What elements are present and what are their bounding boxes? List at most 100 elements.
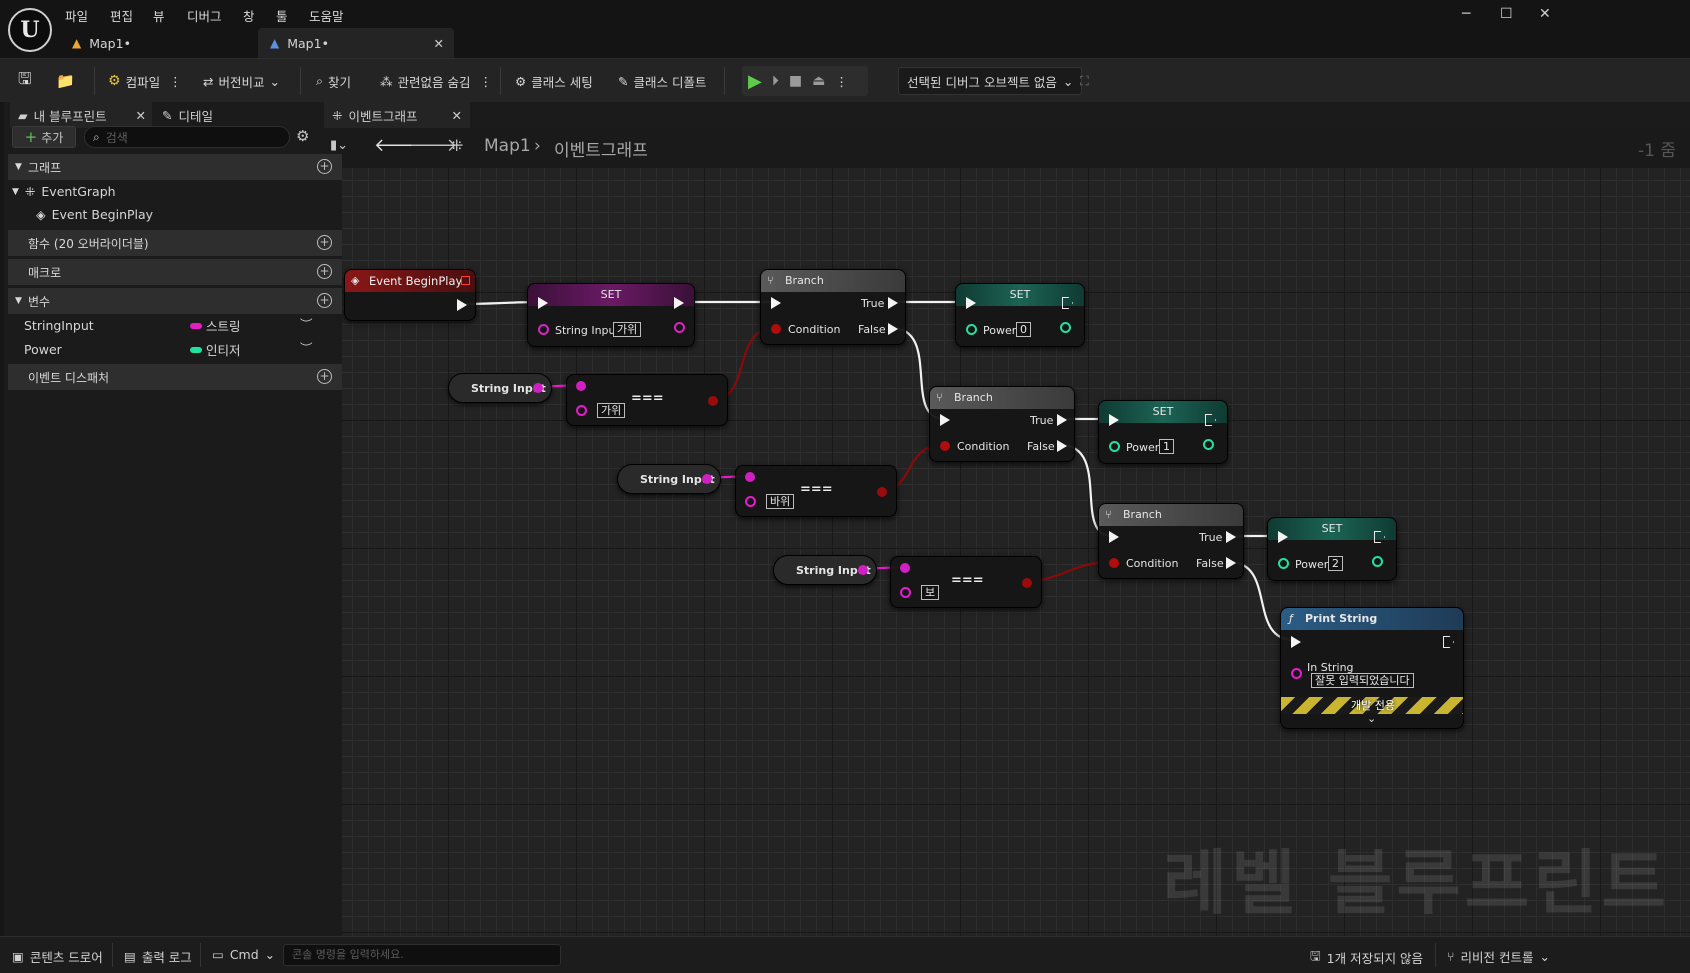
- delegate-pin-icon[interactable]: [461, 276, 470, 285]
- menu-view[interactable]: 뷰: [153, 6, 165, 25]
- browse-icon[interactable]: 📁: [56, 70, 75, 92]
- branch-node[interactable]: ⑂ Branch True Condition False: [760, 269, 906, 345]
- stop-icon[interactable]: ■: [789, 73, 802, 89]
- doc-tab-level[interactable]: ▲ Map1•: [60, 28, 256, 58]
- add-button[interactable]: + 추가: [12, 126, 76, 148]
- exec-in-pin[interactable]: [1109, 531, 1119, 543]
- diff-button[interactable]: ⇄ 버전비교 ⌄: [203, 70, 280, 92]
- get-string-input-node[interactable]: String Input: [773, 555, 877, 585]
- more-icon[interactable]: ⋮: [835, 74, 848, 89]
- tab-event-graph[interactable]: ⁜ 이벤트그래프 ✕: [324, 102, 470, 128]
- event-graph-canvas[interactable]: ◈ Event BeginPlay SET String Input 가위 St…: [342, 168, 1690, 936]
- close-tab-icon[interactable]: ✕: [434, 36, 444, 51]
- close-tab-icon[interactable]: ✕: [136, 108, 146, 123]
- unsaved-button[interactable]: 🖫 1개 저장되지 않음: [1310, 947, 1423, 968]
- bool-out-pin[interactable]: [877, 487, 887, 497]
- revision-control-button[interactable]: ⑂ 리비전 컨트롤 ⌄: [1447, 947, 1550, 966]
- int-out-pin[interactable]: [1060, 322, 1071, 333]
- class-settings-button[interactable]: ⚙ 클래스 세팅: [515, 70, 593, 92]
- minimize-icon[interactable]: ─: [1462, 6, 1470, 22]
- menu-help[interactable]: 도움말: [309, 6, 344, 25]
- condition-pin[interactable]: [771, 324, 781, 334]
- int-in-pin[interactable]: [1109, 441, 1120, 452]
- power-value-field[interactable]: 1: [1159, 439, 1174, 454]
- bool-out-pin[interactable]: [1022, 578, 1032, 588]
- eject-icon[interactable]: ⏏: [812, 73, 825, 89]
- bookmark-icon[interactable]: ▮⌄: [330, 138, 348, 153]
- visibility-eye-icon[interactable]: ︶: [300, 338, 313, 357]
- string-out-pin[interactable]: [674, 322, 685, 333]
- section-graphs[interactable]: ▼ 그래프 +: [8, 154, 342, 180]
- step-icon[interactable]: ⏵: [772, 73, 779, 89]
- exec-in-pin[interactable]: [1278, 531, 1288, 543]
- equal-node[interactable]: 가위 ===: [566, 374, 728, 426]
- gear-icon[interactable]: ⚙: [296, 127, 309, 145]
- compare-value-field[interactable]: 보: [921, 585, 940, 600]
- in-string-pin[interactable]: [1291, 668, 1302, 679]
- tree-event-graph[interactable]: ▼ ⁜ EventGraph: [12, 184, 116, 199]
- doc-tab-blueprint[interactable]: ▲ Map1• ✕: [258, 28, 454, 58]
- tree-event-beginplay[interactable]: ◈ Event BeginPlay: [36, 207, 153, 222]
- event-beginplay-node[interactable]: ◈ Event BeginPlay: [344, 269, 476, 321]
- string-out-pin[interactable]: [533, 383, 543, 393]
- true-exec-pin[interactable]: [1226, 531, 1236, 543]
- menu-debug[interactable]: 디버그: [187, 6, 222, 25]
- menu-file[interactable]: 파일: [65, 6, 88, 25]
- close-window-icon[interactable]: ✕: [1539, 6, 1551, 22]
- string-a-pin[interactable]: [745, 472, 755, 482]
- compare-value-field[interactable]: 바위: [766, 494, 795, 509]
- menu-window[interactable]: 창: [243, 6, 255, 25]
- variable-row[interactable]: StringInput 스트링 ︶: [24, 317, 342, 334]
- exec-in-pin[interactable]: [538, 297, 548, 309]
- bool-out-pin[interactable]: [708, 396, 718, 406]
- equal-node[interactable]: 보 ===: [890, 556, 1042, 608]
- int-in-pin[interactable]: [966, 324, 977, 335]
- exec-in-pin[interactable]: [771, 297, 781, 309]
- print-string-node[interactable]: ƒ Print String In String 잘못 입력되었습니다 개발 전…: [1280, 607, 1464, 729]
- save-icon[interactable]: 🖫: [18, 69, 32, 92]
- section-macros[interactable]: 매크로 +: [8, 259, 342, 285]
- debug-filter-icon[interactable]: ⛶: [1080, 70, 1089, 92]
- tab-details[interactable]: ✎ 디테일: [162, 102, 213, 128]
- visibility-eye-icon[interactable]: ︶: [300, 314, 313, 333]
- string-out-pin[interactable]: [702, 474, 712, 484]
- set-power-node[interactable]: SET Power 1: [1098, 400, 1228, 464]
- more-icon[interactable]: ⋮: [479, 74, 492, 89]
- in-string-field[interactable]: 잘못 입력되었습니다: [1311, 673, 1414, 688]
- get-string-input-node[interactable]: String Input: [617, 464, 721, 494]
- menu-edit[interactable]: 편집: [110, 6, 133, 25]
- true-exec-pin[interactable]: [1057, 414, 1067, 426]
- variable-row[interactable]: Power 인티저 ︶: [24, 341, 342, 358]
- equal-node[interactable]: 바위 ===: [735, 465, 897, 517]
- power-value-field[interactable]: 2: [1328, 556, 1343, 571]
- string-out-pin[interactable]: [858, 565, 868, 575]
- string-b-pin[interactable]: [745, 496, 756, 507]
- true-exec-pin[interactable]: [888, 297, 898, 309]
- play-icon[interactable]: ▶: [748, 71, 762, 92]
- breadcrumb-root[interactable]: Map1: [484, 136, 531, 156]
- false-exec-pin[interactable]: [1057, 440, 1067, 452]
- string-a-pin[interactable]: [900, 563, 910, 573]
- condition-pin[interactable]: [940, 441, 950, 451]
- section-event-dispatchers[interactable]: 이벤트 디스패처 +: [8, 364, 342, 390]
- find-button[interactable]: ⌕ 찾기: [316, 70, 351, 92]
- branch-node[interactable]: ⑂ Branch True Condition False: [1098, 503, 1244, 579]
- more-icon[interactable]: ⋮: [169, 74, 182, 89]
- section-variables[interactable]: ▼ 변수 +: [8, 288, 342, 314]
- content-drawer-button[interactable]: ▣ 콘텐츠 드로어: [12, 947, 103, 966]
- exec-out-pin[interactable]: [1443, 636, 1454, 648]
- cmd-select[interactable]: ▭ Cmd ⌄: [212, 947, 275, 962]
- string-a-pin[interactable]: [576, 381, 586, 391]
- exec-in-pin[interactable]: [1109, 414, 1119, 426]
- int-in-pin[interactable]: [1278, 558, 1289, 569]
- false-exec-pin[interactable]: [1226, 557, 1236, 569]
- power-value-field[interactable]: 0: [1016, 322, 1031, 337]
- breadcrumb-leaf[interactable]: 이벤트그래프: [554, 136, 648, 161]
- hide-unrelated-button[interactable]: ⁂ 관련없음 숨김 ⋮: [380, 70, 492, 92]
- exec-in-pin[interactable]: [966, 297, 976, 309]
- expand-chevron-icon[interactable]: ⌄: [1367, 712, 1376, 725]
- class-defaults-button[interactable]: ✎ 클래스 디폴트: [618, 70, 706, 92]
- string-b-pin[interactable]: [576, 405, 587, 416]
- set-power-node[interactable]: SET Power 2: [1267, 517, 1397, 581]
- false-exec-pin[interactable]: [888, 323, 898, 335]
